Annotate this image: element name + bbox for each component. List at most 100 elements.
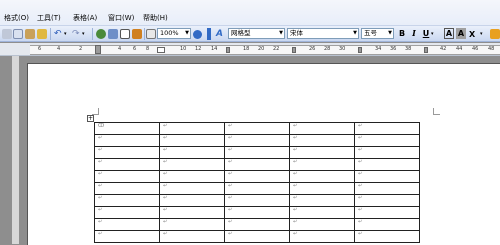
cut-icon[interactable]: [2, 28, 12, 40]
menu-table[interactable]: 表格(A): [73, 13, 97, 23]
table-cell[interactable]: ↵: [94, 146, 160, 159]
table-cell[interactable]: ↵: [354, 158, 420, 171]
hyperlink-icon[interactable]: [96, 28, 106, 40]
paste-icon[interactable]: [25, 28, 35, 40]
table-cell[interactable]: ↵: [159, 146, 225, 159]
ruler-tick: 22: [273, 46, 280, 52]
menu-tools[interactable]: 工具(T): [37, 13, 61, 23]
table-cell[interactable]: ↵: [159, 182, 225, 195]
table-cell[interactable]: ↵: [289, 158, 355, 171]
char-border-button[interactable]: A: [444, 28, 454, 39]
table-cell[interactable]: ↵: [159, 194, 225, 207]
table-cell[interactable]: ↵: [159, 170, 225, 183]
table-cell[interactable]: ↵: [224, 158, 290, 171]
style-select[interactable]: 网格型 ▼: [228, 28, 285, 39]
copy-icon[interactable]: [13, 28, 23, 40]
table-cell[interactable]: ↵: [224, 146, 290, 159]
crop-mark-top-left: [92, 108, 99, 115]
left-indent-marker[interactable]: [95, 45, 101, 54]
drawing-icon[interactable]: [132, 28, 142, 40]
table-cell[interactable]: ↀ: [94, 122, 160, 135]
document-table[interactable]: ↀ ↵ ↵ ↵ ↵ ↵ ↵ ↵ ↵ ↵ ↵ ↵ ↵ ↵ ↵ ↵ ↵ ↵ ↵ ↵ ↵ ↵ ↵ ↵ ↵ ↵ ↵ ↵ ↵ ↵ ↵ ↵ ↵ ↵ ↵ ↵ ↵ ↵ ↵ ↵…: [94, 122, 420, 243]
column-marker[interactable]: [358, 47, 362, 53]
table-cell[interactable]: ↵: [224, 230, 290, 243]
column-marker[interactable]: [424, 47, 428, 53]
font-select[interactable]: 宋体 ▼: [287, 28, 359, 39]
toolbar-handle-icon[interactable]: [207, 28, 211, 40]
column-marker[interactable]: [226, 47, 230, 53]
table-cell[interactable]: ↵: [159, 230, 225, 243]
table-cell[interactable]: ↵: [354, 218, 420, 231]
table-cell[interactable]: ↵: [224, 194, 290, 207]
column-marker[interactable]: [292, 47, 296, 53]
table-cell[interactable]: ↵: [289, 182, 355, 195]
table-cell[interactable]: ↵: [224, 122, 290, 135]
font-value: 宋体: [290, 29, 303, 37]
undo-dropdown-icon[interactable]: ▾: [64, 28, 67, 40]
table-cell[interactable]: ↵: [159, 122, 225, 135]
table-cell[interactable]: ↵: [159, 134, 225, 147]
column-marker[interactable]: [157, 47, 165, 53]
table-cell[interactable]: ↵: [224, 182, 290, 195]
table-cell[interactable]: ↵: [354, 194, 420, 207]
table-cell[interactable]: ↵: [354, 134, 420, 147]
char-shading-button[interactable]: A: [456, 28, 466, 39]
table-cell[interactable]: ↵: [94, 206, 160, 219]
table-cell[interactable]: ↵: [354, 170, 420, 183]
insert-table-icon[interactable]: [120, 28, 130, 40]
table-cell[interactable]: ↵: [289, 146, 355, 159]
table-move-handle-icon[interactable]: +: [87, 115, 94, 122]
format-painter-icon[interactable]: [37, 28, 47, 40]
char-scale-icon[interactable]: X: [469, 28, 475, 40]
table-cell[interactable]: ↵: [94, 230, 160, 243]
italic-button[interactable]: I: [409, 28, 419, 39]
menu-window[interactable]: 窗口(W): [108, 13, 134, 23]
document-map-icon[interactable]: [146, 28, 156, 40]
table-cell[interactable]: ↵: [224, 218, 290, 231]
font-size-select[interactable]: 五号 ▼: [361, 28, 394, 39]
table-cell[interactable]: ↵: [94, 194, 160, 207]
table-cell[interactable]: ↵: [354, 230, 420, 243]
table-cell[interactable]: ↵: [289, 206, 355, 219]
table-cell[interactable]: ↵: [289, 122, 355, 135]
table-cell[interactable]: ↵: [94, 182, 160, 195]
table-cell[interactable]: ↵: [289, 134, 355, 147]
char-scale-dropdown-icon[interactable]: ▾: [480, 28, 483, 40]
table-cell[interactable]: ↵: [224, 206, 290, 219]
redo-dropdown-icon[interactable]: ▾: [82, 28, 85, 40]
ruler-tick: 38: [405, 46, 412, 52]
table-cell[interactable]: ↵: [94, 134, 160, 147]
table-cell[interactable]: ↵: [289, 218, 355, 231]
table-cell[interactable]: ↵: [354, 182, 420, 195]
table-cell[interactable]: ↵: [289, 230, 355, 243]
table-cell[interactable]: ↵: [94, 170, 160, 183]
table-cell[interactable]: ↵: [159, 218, 225, 231]
table-cell[interactable]: ↵: [224, 134, 290, 147]
menu-format[interactable]: 格式(O): [4, 13, 29, 23]
highlight-icon[interactable]: [490, 28, 500, 40]
menu-help[interactable]: 帮助(H): [143, 13, 168, 23]
table-cell[interactable]: ↵: [159, 158, 225, 171]
styles-formatting-icon[interactable]: A: [216, 28, 223, 40]
horizontal-ruler[interactable]: 6 4 2 4 6 8 10 12 14 18 20 22 26 28 30 3…: [0, 43, 500, 56]
table-cell[interactable]: ↵: [354, 122, 420, 135]
undo-icon[interactable]: ↶: [54, 28, 62, 40]
table-cell[interactable]: ↵: [354, 206, 420, 219]
underline-button[interactable]: U: [421, 28, 431, 39]
ruler-tick: 20: [258, 46, 265, 52]
table-cell[interactable]: ↵: [289, 170, 355, 183]
redo-icon[interactable]: ↷: [72, 28, 80, 40]
vertical-ruler[interactable]: [12, 56, 19, 244]
underline-dropdown-icon[interactable]: ▾: [431, 28, 434, 40]
table-cell[interactable]: ↵: [159, 206, 225, 219]
table-cell[interactable]: ↵: [354, 146, 420, 159]
table-cell[interactable]: ↵: [289, 194, 355, 207]
bold-button[interactable]: B: [397, 28, 407, 39]
table-cell[interactable]: ↵: [224, 170, 290, 183]
table-cell[interactable]: ↵: [94, 158, 160, 171]
ruler-tick: 2: [79, 46, 83, 52]
tables-borders-icon[interactable]: [108, 28, 118, 40]
help-icon[interactable]: [193, 28, 202, 40]
table-cell[interactable]: ↵: [94, 218, 160, 231]
zoom-select[interactable]: 100% ▼: [157, 28, 191, 39]
